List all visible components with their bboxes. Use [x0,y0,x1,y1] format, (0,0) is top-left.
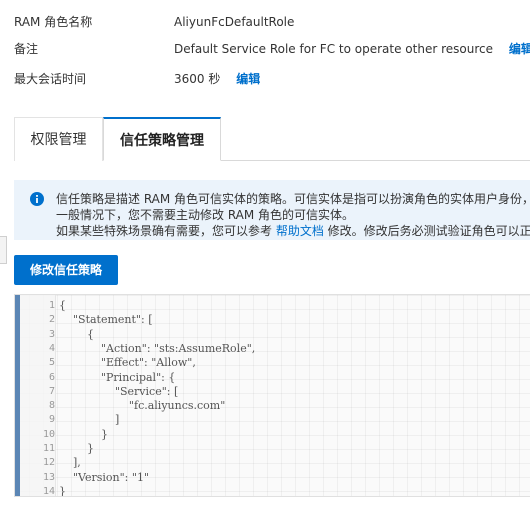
info-circle-icon [30,192,44,206]
code-line: "fc.aliyuncs.com" [59,399,226,413]
code-line: } [59,427,108,441]
notice-line-3-before: 如果某些特殊场景确有需要，您可以参考 [56,224,276,238]
code-line: { [59,327,94,341]
code-line: } [59,484,66,497]
line-number: 9 [48,414,55,426]
code-line: "Effect": "Allow", [59,356,196,370]
line-number: 1 [48,300,55,311]
tab-bar: 权限管理 信任策略管理 [14,117,530,161]
modify-trust-policy-button[interactable]: 修改信任策略 [14,255,118,285]
line-number: 7 [48,385,55,397]
role-name-label: RAM 角色名称 [14,15,93,29]
side-panel-handle[interactable] [0,236,7,264]
line-number: 6 [48,371,55,383]
session-duration: 3600 秒 [174,72,221,86]
tab-permission-management[interactable]: 权限管理 [14,117,103,161]
code-line: } [59,442,94,455]
code-line: "Service": [ [59,384,179,398]
note-text: Default Service Role for FC to operate o… [174,42,493,56]
line-number: 12 [42,457,55,469]
note-label: 备注 [14,42,39,56]
code-line: "Principal": { [59,370,176,384]
code-line: { [59,299,66,312]
line-number: 11 [42,443,55,454]
note-edit-link[interactable]: 编辑 [509,42,530,56]
line-number: 14 [42,485,55,497]
notice-line-1: 信任策略是描述 RAM 角色可信实体的策略。可信实体是指可以扮演角色的实体用户身… [56,192,530,206]
role-name-value: AliyunFcDefaultRole [174,15,295,29]
session-label: 最大会话时间 [14,72,87,86]
note-value: Default Service Role for FC to operate o… [174,41,530,57]
line-number: 8 [48,400,55,412]
notice-line-3: 如果某些特殊场景确有需要，您可以参考 帮助文档 修改。修改后务必测试验证角色可以… [56,223,530,239]
trust-policy-notice: 信任策略是描述 RAM 角色可信实体的策略。可信实体是指可以扮演角色的实体用户身… [14,180,530,240]
line-number: 13 [42,471,55,483]
tab-trust-policy-management[interactable]: 信任策略管理 [103,117,221,161]
help-doc-link[interactable]: 帮助文档 [276,224,324,238]
line-number: 10 [42,428,55,440]
notice-line-2: 一般情况下，您不需要主动修改 RAM 角色的可信实体。 [56,208,355,222]
session-value: 3600 秒 编辑 [174,71,260,87]
code-line: "Action": "sts:AssumeRole", [59,341,256,355]
code-line: "Statement": [ [59,313,153,327]
code-line: "Version": "1" [59,470,149,484]
session-edit-link[interactable]: 编辑 [236,72,260,86]
line-number: 5 [48,357,55,369]
trust-policy-editor[interactable]: 1 2 3 4 5 6 7 8 9 10 11 12 13 14 { "Statement": [ { "… [14,294,530,497]
line-number: 4 [48,342,55,354]
code-line: ], [59,456,81,470]
code-line: ] [59,413,120,427]
editor-gutter: 1 2 3 4 5 6 7 8 9 10 11 12 13 14 [20,295,56,496]
line-number: 2 [48,314,55,326]
line-number: 3 [48,328,55,340]
notice-line-3-after: 修改。修改后务必测试验证角色可以正常 [323,224,530,238]
